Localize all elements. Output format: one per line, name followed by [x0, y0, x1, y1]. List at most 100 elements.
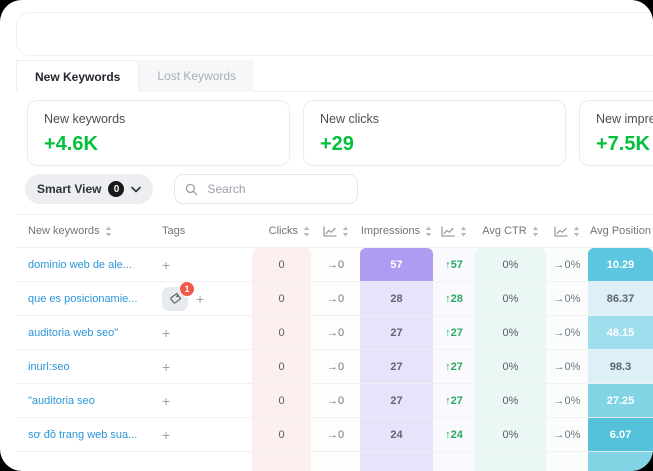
- keyword-cell: dominio web de ale...: [16, 248, 156, 282]
- clicks-cell: [252, 452, 311, 471]
- add-tag-button[interactable]: +: [162, 360, 170, 374]
- impressions-change-cell: [433, 452, 475, 471]
- avg-position-cell: 10.29: [588, 248, 653, 282]
- sort-icon[interactable]: [105, 226, 112, 237]
- avg-ctr-cell: 0%: [475, 384, 546, 418]
- keyword-link[interactable]: dominio web de ale...: [28, 259, 132, 271]
- avg-position-cell: 27.25: [588, 384, 653, 418]
- impressions-cell: 27: [360, 350, 433, 384]
- tags-cell: +: [156, 248, 252, 282]
- impressions-change-cell: ↑57: [433, 248, 475, 282]
- header-label: Impressions: [361, 225, 420, 237]
- table-row: sơ đồ trang web sua...+0→024↑240%→0%6.07: [16, 418, 653, 452]
- impressions-cell: 27: [360, 316, 433, 350]
- impressions-change-cell: ↑27: [433, 384, 475, 418]
- sort-icon[interactable]: [532, 226, 539, 237]
- tag-chip[interactable]: 1: [162, 287, 188, 311]
- avg-ctr-cell: 0%: [475, 282, 546, 316]
- header-impressions: Impressions: [360, 215, 433, 247]
- add-tag-button[interactable]: +: [162, 428, 170, 442]
- keyword-link[interactable]: "auditoria seo: [28, 395, 95, 407]
- ctr-change-cell: →0%: [546, 248, 588, 282]
- impressions-change-cell: ↑28: [433, 282, 475, 316]
- clicks-change-cell: →0: [311, 316, 360, 350]
- clicks-change-cell: →0: [311, 282, 360, 316]
- impressions-cell: 27: [360, 384, 433, 418]
- metric-value: +4.6K: [44, 133, 273, 156]
- add-tag-button[interactable]: +: [162, 394, 170, 408]
- tags-cell: +: [156, 418, 252, 452]
- add-tag-button[interactable]: +: [162, 326, 170, 340]
- tags-cell: +: [156, 316, 252, 350]
- impressions-cell: 24: [360, 418, 433, 452]
- keyword-cell: que es posicionamie...: [16, 282, 156, 316]
- avg-position-cell: 6.07: [588, 418, 653, 452]
- metric-card-new-keywords: New keywords +4.6K: [27, 100, 290, 166]
- table-header-row: New keywords Tags Clicks Impressions: [16, 214, 653, 248]
- tab-lost-keywords[interactable]: Lost Keywords: [139, 60, 254, 92]
- table-row: "auditoria seo+0→027↑270%→0%27.25: [16, 384, 653, 418]
- metric-value: +29: [320, 133, 549, 156]
- dashboard-card: New Keywords Lost Keywords New keywords …: [0, 0, 653, 471]
- clicks-change-cell: →0: [311, 384, 360, 418]
- avg-ctr-cell: 0%: [475, 350, 546, 384]
- keyword-link[interactable]: inurl:seo: [28, 361, 70, 373]
- avg-position-cell: 48.15: [588, 316, 653, 350]
- keyword-cell: "auditoria seo: [16, 384, 156, 418]
- table-body: dominio web de ale...+0→057↑570%→0%10.29…: [16, 248, 653, 471]
- keyword-link[interactable]: sơ đồ trang web sua...: [28, 429, 137, 441]
- header-label: Avg CTR: [482, 225, 526, 237]
- ctr-change-cell: →0%: [546, 418, 588, 452]
- chevron-down-icon: [131, 186, 141, 193]
- impressions-change-cell: ↑27: [433, 350, 475, 384]
- ctr-change-cell: →0%: [546, 350, 588, 384]
- header-label: Clicks: [269, 225, 298, 237]
- ctr-change-cell: [546, 452, 588, 471]
- clicks-change-cell: →0: [311, 350, 360, 384]
- header-label: Tags: [162, 225, 185, 237]
- header-label: New keywords: [28, 225, 100, 237]
- impressions-change-cell: ↑24: [433, 418, 475, 452]
- table-row: [16, 452, 653, 471]
- search-box: [174, 174, 358, 204]
- tab-new-keywords[interactable]: New Keywords: [16, 60, 139, 92]
- avg-position-cell: 98.3: [588, 350, 653, 384]
- line-chart-icon[interactable]: [441, 226, 455, 237]
- filter-row: Smart View 0: [25, 174, 653, 204]
- sort-icon[interactable]: [460, 226, 467, 237]
- table-row: auditoria web seo"+0→027↑270%→0%48.15: [16, 316, 653, 350]
- tags-cell: +: [156, 384, 252, 418]
- metric-card-new-clicks: New clicks +29: [303, 100, 566, 166]
- metric-value: +7.5K: [596, 133, 653, 156]
- sort-icon[interactable]: [303, 226, 310, 237]
- sort-icon[interactable]: [573, 226, 580, 237]
- metric-label: New impressions: [596, 112, 653, 126]
- add-tag-button[interactable]: +: [162, 258, 170, 272]
- avg-ctr-cell: 0%: [475, 418, 546, 452]
- header-impressions-trend: [433, 215, 475, 247]
- table-row: dominio web de ale...+0→057↑570%→0%10.29: [16, 248, 653, 282]
- toolbar-placeholder: [16, 12, 653, 56]
- sort-icon[interactable]: [342, 226, 349, 237]
- clicks-cell: 0: [252, 248, 311, 282]
- smart-view-label: Smart View: [37, 182, 101, 196]
- keyword-cell: sơ đồ trang web sua...: [16, 418, 156, 452]
- add-tag-button[interactable]: +: [196, 292, 204, 306]
- header-label: Avg Position: [590, 225, 651, 237]
- table-row: que es posicionamie...1+0→028↑280%→0%86.…: [16, 282, 653, 316]
- tags-cell: [156, 452, 252, 471]
- sort-icon[interactable]: [425, 226, 432, 237]
- avg-ctr-cell: 0%: [475, 316, 546, 350]
- line-chart-icon[interactable]: [554, 226, 568, 237]
- keyword-cell: [16, 452, 156, 471]
- keyword-link[interactable]: que es posicionamie...: [28, 293, 137, 305]
- clicks-cell: 0: [252, 282, 311, 316]
- tags-cell: +: [156, 350, 252, 384]
- line-chart-icon[interactable]: [323, 226, 337, 237]
- header-new-keywords: New keywords: [16, 215, 156, 247]
- table-row: inurl:seo+0→027↑270%→0%98.3: [16, 350, 653, 384]
- search-input[interactable]: [205, 181, 339, 197]
- impressions-cell: 28: [360, 282, 433, 316]
- smart-view-dropdown[interactable]: Smart View 0: [25, 174, 153, 204]
- keyword-link[interactable]: auditoria web seo": [28, 327, 118, 339]
